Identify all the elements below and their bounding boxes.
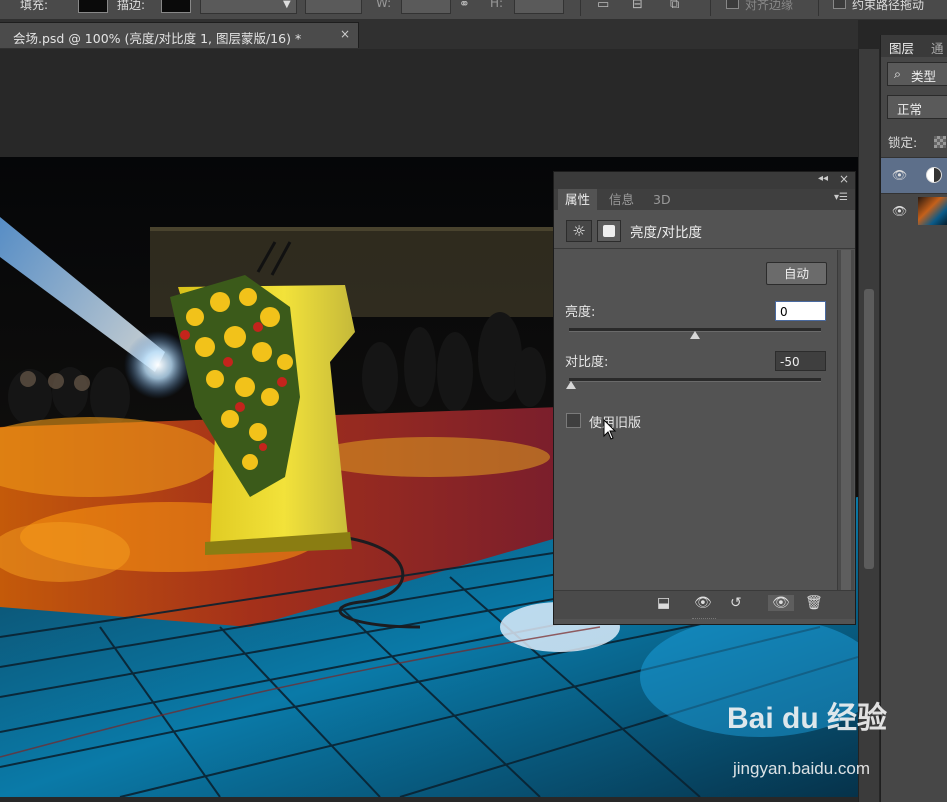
contrast-input[interactable]: -50 xyxy=(775,351,826,371)
path-operations-icon[interactable]: ▭ xyxy=(597,0,609,12)
brightness-slider[interactable] xyxy=(569,328,821,339)
resize-grip[interactable] xyxy=(692,618,716,622)
divider xyxy=(580,0,581,16)
stroke-type-dropdown[interactable] xyxy=(305,0,362,14)
brightness-icon[interactable]: ☼ xyxy=(566,220,592,242)
mouse-cursor-icon xyxy=(603,419,617,440)
watermark-brand: Bai du 经验 xyxy=(727,702,888,735)
contrast-slider[interactable] xyxy=(566,378,821,389)
tab-layers[interactable]: 图层 xyxy=(889,38,914,57)
contrast-slider-handle[interactable] xyxy=(566,381,576,389)
tab-3d[interactable]: 3D xyxy=(646,189,678,210)
auto-button[interactable]: 自动 xyxy=(766,262,827,285)
lock-transparency-icon[interactable] xyxy=(934,136,946,148)
layers-panel: 图层 通 ⌕ 类型 正常 锁定: 👁 👁 xyxy=(880,35,947,802)
tab-properties[interactable]: 属性 xyxy=(558,189,598,210)
canvas-vertical-scrollbar[interactable] xyxy=(858,49,879,802)
search-icon: ⌕ xyxy=(894,66,902,81)
collapse-icon[interactable]: ◂◂ xyxy=(818,173,828,184)
brightness-slider-handle[interactable] xyxy=(690,331,700,339)
eye-icon[interactable]: 👁 xyxy=(892,204,907,218)
close-icon[interactable]: × xyxy=(340,27,350,41)
fill-swatch[interactable] xyxy=(78,0,108,13)
use-legacy-checkbox[interactable] xyxy=(566,413,581,428)
properties-footer: ⬓ 👁 ↺ 👁 🗑 xyxy=(554,590,855,619)
panel-menu-icon[interactable]: ▾☰ xyxy=(834,192,848,203)
tab-channels[interactable]: 通 xyxy=(931,38,944,57)
constrain-path-label: 约束路径拖动 xyxy=(852,0,925,12)
view-previous-state-icon[interactable]: 👁 xyxy=(694,595,712,611)
eye-icon[interactable]: 👁 xyxy=(892,168,907,182)
fill-label: 填充: xyxy=(20,0,49,12)
align-edges-label: 对齐边缘 xyxy=(745,0,794,12)
document-tab[interactable]: 会场.psd @ 100% (亮度/对比度 1, 图层蒙版/16) * × xyxy=(0,22,359,48)
h-label: H: xyxy=(490,0,504,10)
brightness-input[interactable]: 0 xyxy=(775,301,826,321)
adjustment-title: 亮度/对比度 xyxy=(630,225,703,241)
stroke-label: 描边: xyxy=(117,0,146,12)
layers-panel-tabs: 图层 通 xyxy=(881,35,947,57)
properties-tabs: 属性 信息 3D ▾☰ xyxy=(554,189,855,210)
contrast-label: 对比度: xyxy=(565,355,609,370)
document-title: 会场.psd @ 100% (亮度/对比度 1, 图层蒙版/16) * xyxy=(13,31,302,46)
close-icon[interactable]: × xyxy=(839,172,849,186)
height-field[interactable] xyxy=(514,0,564,14)
path-arrangement-icon[interactable]: ⧉ xyxy=(670,0,679,12)
trash-icon[interactable]: 🗑 xyxy=(805,595,823,611)
layer-kind-label: 类型 xyxy=(911,69,937,84)
stroke-swatch[interactable] xyxy=(161,0,191,13)
adjustment-header: ☼ 亮度/对比度 xyxy=(554,210,855,249)
w-label: W: xyxy=(376,0,392,10)
scrollbar-thumb[interactable] xyxy=(864,289,874,569)
watermark: Bai du 经验 jingyan.baidu.com xyxy=(727,693,947,793)
scrollbar-thumb[interactable] xyxy=(841,250,851,590)
layer-row-adjustment[interactable]: 👁 xyxy=(881,157,947,193)
tab-info[interactable]: 信息 xyxy=(602,189,641,210)
chevron-down-icon: ▼ xyxy=(283,0,291,10)
reset-icon[interactable]: ↺ xyxy=(730,595,742,611)
properties-panel: ◂◂ × 属性 信息 3D ▾☰ ☼ 亮度/对比度 自动 亮度: 0 对比度: … xyxy=(553,171,856,625)
blend-mode-dropdown[interactable]: 正常 xyxy=(887,95,947,119)
constrain-path-checkbox[interactable] xyxy=(833,0,846,9)
layer-row-image[interactable]: 👁 xyxy=(881,193,947,229)
mask-icon[interactable] xyxy=(597,220,621,242)
brightness-label: 亮度: xyxy=(565,305,596,320)
panel-title-strip: ◂◂ × xyxy=(554,172,855,189)
divider xyxy=(710,0,711,16)
divider xyxy=(818,0,819,16)
lock-label: 锁定: xyxy=(888,135,918,150)
watermark-url: jingyan.baidu.com xyxy=(733,759,871,778)
options-bar: 填充: 描边: ▼ W: ⚭ H: ▭ ⊟ ⧉ 对齐边缘 约束路径拖动 xyxy=(0,0,947,20)
blend-mode-label: 正常 xyxy=(897,102,923,117)
link-icon[interactable]: ⚭ xyxy=(459,0,470,12)
toggle-visibility-icon[interactable]: 👁 xyxy=(768,595,794,611)
layer-thumbnail xyxy=(918,197,947,225)
adjustment-layer-icon xyxy=(918,161,947,189)
width-field[interactable] xyxy=(401,0,451,14)
properties-scrollbar[interactable] xyxy=(837,250,854,590)
align-edges-checkbox[interactable] xyxy=(726,0,739,9)
clip-to-layer-icon[interactable]: ⬓ xyxy=(657,595,670,611)
layer-kind-filter[interactable]: ⌕ 类型 xyxy=(887,62,947,86)
path-alignment-icon[interactable]: ⊟ xyxy=(632,0,643,12)
